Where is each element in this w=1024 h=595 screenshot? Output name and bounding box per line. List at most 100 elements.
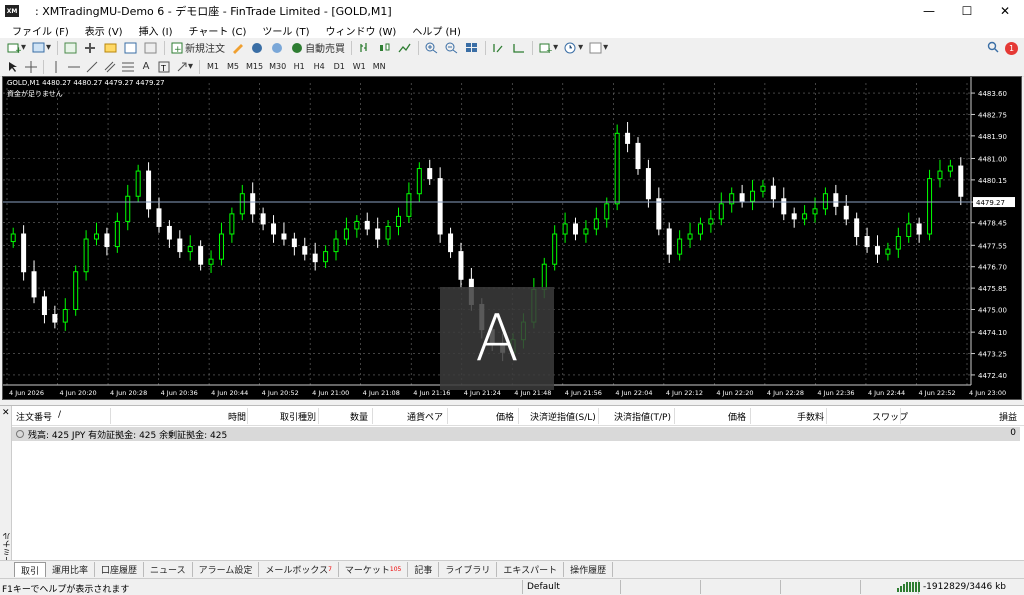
timeframe-mn[interactable]: MN: [370, 59, 388, 75]
tab-journal[interactable]: 操作履歴: [564, 562, 614, 577]
fibonacci-icon[interactable]: [120, 59, 136, 75]
new-order-button[interactable]: + 新規注文: [169, 40, 227, 56]
close-button[interactable]: ✕: [986, 0, 1024, 22]
tab-articles[interactable]: 記事: [408, 562, 440, 577]
candle-body: [802, 213, 808, 220]
tester-icon[interactable]: [142, 40, 160, 56]
line-chart-icon[interactable]: [396, 40, 414, 56]
crosshair-icon[interactable]: [23, 59, 39, 75]
timeframe-w1[interactable]: W1: [350, 59, 368, 75]
minimize-button[interactable]: —: [910, 0, 948, 22]
column-header-type[interactable]: 取引種別: [280, 410, 316, 423]
tab-trade[interactable]: 取引: [14, 562, 47, 577]
horizontal-line-icon[interactable]: [66, 59, 82, 75]
price-axis-label: 4472.40: [978, 372, 1007, 380]
timeframe-h4[interactable]: H4: [310, 59, 328, 75]
profiles-icon[interactable]: ▾: [30, 40, 53, 56]
timeframe-m30[interactable]: M30: [267, 59, 288, 75]
candle-body: [10, 233, 16, 243]
menu-view[interactable]: 表示 (V): [77, 23, 131, 38]
notification-badge[interactable]: 1: [1005, 41, 1018, 55]
candle-body: [843, 205, 849, 220]
navigator-icon[interactable]: [102, 40, 120, 56]
menu-insert[interactable]: 挿入 (I): [131, 23, 181, 38]
tab-experts[interactable]: エキスパート: [497, 562, 565, 577]
templates-icon[interactable]: ▾: [587, 40, 610, 56]
timeframe-m1[interactable]: M1: [204, 59, 222, 75]
column-header-symbol[interactable]: 通貨ペア: [407, 410, 443, 423]
tab-mailbox[interactable]: メールボックス 7: [259, 562, 339, 577]
timeframe-h1[interactable]: H1: [290, 59, 308, 75]
search-icon[interactable]: [987, 41, 999, 56]
candlestick-chart-icon[interactable]: [376, 40, 394, 56]
column-header-time[interactable]: 時間: [228, 410, 246, 423]
menu-window[interactable]: ウィンドウ (W): [317, 23, 404, 38]
price-axis-label: 4476.70: [978, 264, 1007, 272]
text-label-icon[interactable]: T: [156, 59, 172, 75]
column-header-stop-loss[interactable]: 決済逆指値(S/L): [530, 410, 596, 423]
overlay-letter: A: [440, 287, 554, 390]
menu-tools[interactable]: ツール (T): [254, 23, 317, 38]
trendline-icon[interactable]: [84, 59, 100, 75]
connection-text: -1912829/3446 kb: [922, 582, 1006, 592]
price-axis-label: 4475.85: [978, 285, 1007, 293]
periods-icon[interactable]: ▾: [562, 40, 585, 56]
tab-market[interactable]: マーケット 105: [339, 562, 409, 577]
candle-body: [62, 309, 68, 323]
signals-icon[interactable]: [249, 40, 267, 56]
tab-exposure[interactable]: 運用比率: [46, 562, 96, 577]
candle-body: [291, 238, 297, 248]
arrows-icon[interactable]: ▾: [174, 59, 195, 75]
text-icon[interactable]: A: [138, 59, 154, 75]
tab-label: 取引: [21, 566, 40, 577]
metaeditor-icon[interactable]: [229, 40, 247, 56]
status-profile[interactable]: Default: [522, 580, 560, 594]
channel-icon[interactable]: [102, 59, 118, 75]
column-header-volume[interactable]: 数量: [350, 410, 368, 423]
zoom-out-icon[interactable]: [443, 40, 461, 56]
menu-chart[interactable]: チャート (C): [181, 23, 255, 38]
column-header-profit[interactable]: 損益: [999, 410, 1017, 423]
timeframe-m15[interactable]: M15: [244, 59, 265, 75]
terminal-icon[interactable]: [122, 40, 140, 56]
indicators-icon[interactable]: + ▾: [537, 40, 560, 56]
auto-scroll-icon[interactable]: [490, 40, 508, 56]
chart-shift-icon[interactable]: [510, 40, 528, 56]
bar-chart-icon[interactable]: [356, 40, 374, 56]
vertical-line-icon[interactable]: [48, 59, 64, 75]
data-window-icon[interactable]: [82, 40, 100, 56]
menu-help[interactable]: ヘルプ (H): [404, 23, 469, 38]
cursor-icon[interactable]: [5, 59, 21, 75]
column-header-take-profit[interactable]: 決済指値(T/P): [614, 410, 671, 423]
timeframe-d1[interactable]: D1: [330, 59, 348, 75]
close-icon[interactable]: ✕: [2, 408, 10, 418]
tile-windows-icon[interactable]: [463, 40, 481, 56]
balance-row[interactable]: 残高: 425 JPY 有効証拠金: 425 余剰証拠金: 425 0: [12, 427, 1020, 441]
column-header-current-price[interactable]: 価格: [728, 410, 746, 423]
column-header-price[interactable]: 価格: [496, 410, 514, 423]
vps-icon[interactable]: [269, 40, 287, 56]
tab-label: 口座履歴: [101, 566, 138, 576]
column-header-ticket[interactable]: 注文番号: [16, 410, 52, 423]
terminal-tabs: 取引 運用比率 口座履歴 ニュース アラーム設定 メールボックス 7 マーケット 1…: [0, 560, 1024, 577]
auto-trading-button[interactable]: 自動売買: [289, 40, 347, 56]
tab-library[interactable]: ライブラリ: [439, 562, 498, 577]
column-header-sort[interactable]: /: [58, 410, 61, 420]
timeframe-m5[interactable]: M5: [224, 59, 242, 75]
market-watch-icon[interactable]: [62, 40, 80, 56]
candle-body: [208, 258, 214, 265]
maximize-button[interactable]: ☐: [948, 0, 986, 22]
menu-file[interactable]: ファイル (F): [4, 23, 77, 38]
candle-body: [156, 208, 162, 227]
column-header-commission[interactable]: 手数料: [797, 410, 824, 423]
tab-label: アラーム設定: [198, 566, 253, 576]
new-chart-icon[interactable]: + ▾: [5, 40, 28, 56]
tab-alerts[interactable]: アラーム設定: [193, 562, 260, 577]
tab-account-history[interactable]: 口座履歴: [95, 562, 145, 577]
tab-label: ライブラリ: [445, 566, 491, 576]
column-header-swap[interactable]: スワップ: [872, 410, 908, 423]
tab-news[interactable]: ニュース: [144, 562, 193, 577]
candle-body: [739, 193, 745, 202]
connection-status[interactable]: -1912829/3446 kb: [896, 582, 1006, 592]
zoom-in-icon[interactable]: [423, 40, 441, 56]
